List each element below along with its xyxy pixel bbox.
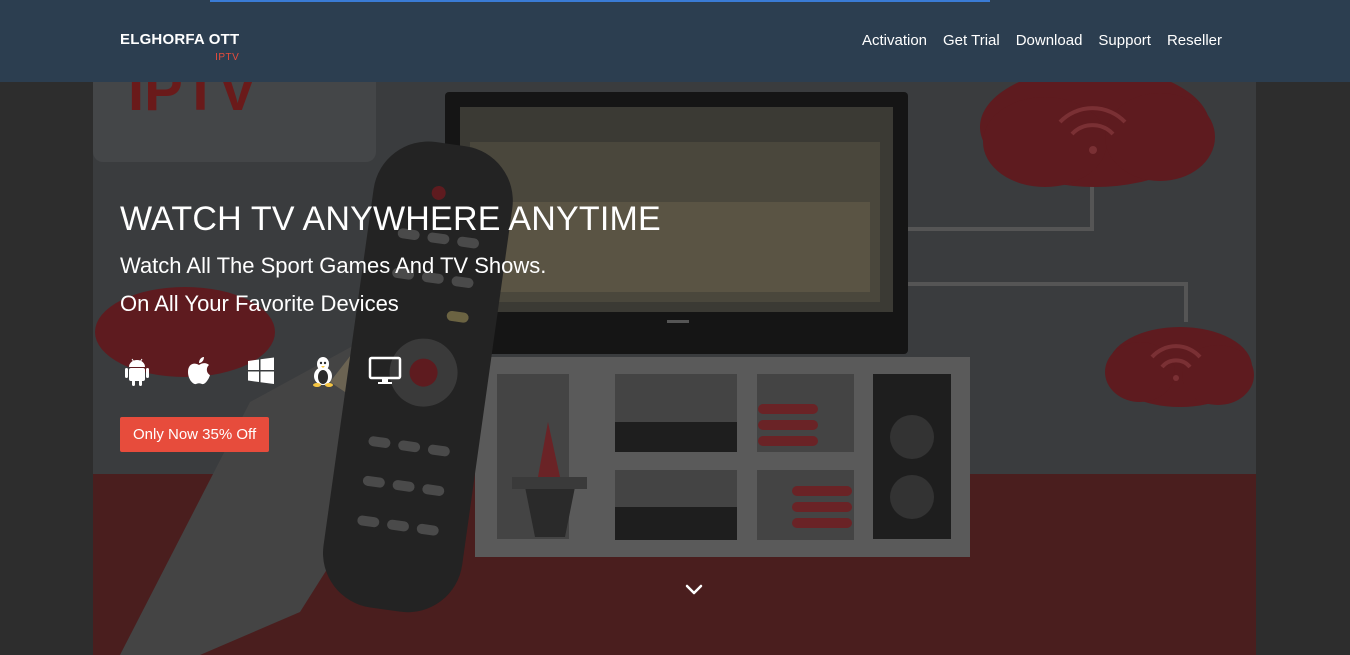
chevron-down-icon[interactable]	[684, 582, 704, 598]
nav-download[interactable]: Download	[1016, 32, 1083, 49]
main-nav: Activation Get Trial Download Support Re…	[862, 32, 1222, 49]
nav-reseller[interactable]: Reseller	[1167, 32, 1222, 49]
windows-icon	[244, 355, 278, 387]
header-accent-line	[210, 0, 990, 2]
linux-icon	[306, 355, 340, 387]
nav-activation[interactable]: Activation	[862, 32, 927, 49]
apple-icon	[182, 355, 216, 387]
brand-name: ELGHORFA OTT	[120, 31, 240, 48]
hero-subtitle-1: Watch All The Sport Games And TV Shows.	[120, 253, 547, 278]
hero-subtitle-2: On All Your Favorite Devices	[120, 291, 399, 316]
monitor-icon	[368, 355, 402, 387]
hero-content: WATCH TV ANYWHERE ANYTIME Watch All The …	[120, 200, 661, 452]
nav-support[interactable]: Support	[1098, 32, 1151, 49]
device-icons-row	[120, 355, 661, 387]
site-header: ELGHORFA OTT IPTV Activation Get Trial D…	[0, 0, 1350, 82]
android-icon	[120, 355, 154, 387]
brand-logo[interactable]: ELGHORFA OTT IPTV	[120, 31, 240, 63]
brand-subtitle: IPTV	[215, 52, 240, 63]
nav-get-trial[interactable]: Get Trial	[943, 32, 1000, 49]
discount-cta-button[interactable]: Only Now 35% Off	[120, 417, 270, 452]
hero-section: IPTV WATCH TV ANYWHERE ANYTIME Watch All…	[0, 82, 1350, 655]
hero-title: WATCH TV ANYWHERE ANYTIME	[120, 200, 661, 238]
